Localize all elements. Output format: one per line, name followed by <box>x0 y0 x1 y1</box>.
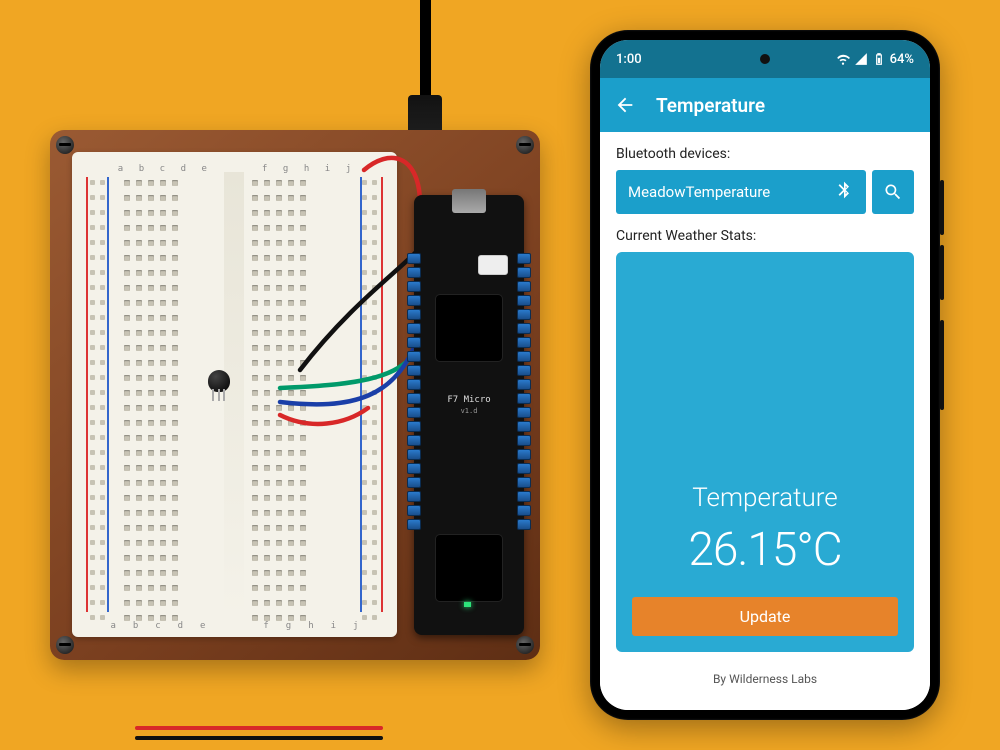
hack-board: abcde fghij abcde fghij <box>50 130 540 660</box>
status-battery-pct: 64% <box>890 52 914 67</box>
status-time: 1:00 <box>616 52 642 67</box>
temperature-value: 26.15°C <box>688 523 841 577</box>
volume-up-button[interactable] <box>940 180 944 235</box>
chip-icon <box>436 295 502 361</box>
wire-red-bottom <box>135 726 383 730</box>
bluetooth-device-select[interactable]: MeadowTemperature <box>616 170 866 214</box>
volume-down-button[interactable] <box>940 245 944 300</box>
bluetooth-device-name: MeadowTemperature <box>628 183 770 201</box>
footer-credit: By Wilderness Labs <box>616 672 914 700</box>
power-button[interactable] <box>940 320 944 410</box>
app-bar: Temperature <box>600 78 930 132</box>
main-content: Bluetooth devices: MeadowTemperature Cur… <box>600 132 930 710</box>
front-camera <box>760 54 770 64</box>
bluetooth-icon <box>834 180 854 204</box>
wire-black-bottom <box>135 736 383 740</box>
mcu-version: v1.d <box>414 407 524 415</box>
microcontroller: F7 Micro v1.d <box>414 195 524 635</box>
phone-screen: 1:00 64% Temperature Bluetooth dev <box>600 40 930 710</box>
battery-icon <box>872 52 886 66</box>
update-button[interactable]: Update <box>632 597 898 636</box>
search-button[interactable] <box>872 170 914 214</box>
back-arrow-icon[interactable] <box>614 94 636 116</box>
usb-cable <box>408 0 442 100</box>
weather-card: Temperature 26.15°C Update <box>616 252 914 652</box>
status-led <box>464 602 471 607</box>
jst-connector <box>478 255 508 275</box>
chip-icon <box>436 535 502 601</box>
phone-frame: 1:00 64% Temperature Bluetooth dev <box>590 30 940 720</box>
mcu-name: F7 Micro <box>414 395 524 405</box>
stats-section-label: Current Weather Stats: <box>616 228 914 244</box>
wifi-icon <box>836 52 850 66</box>
page-title: Temperature <box>656 94 765 117</box>
usb-port <box>452 189 486 213</box>
bluetooth-section-label: Bluetooth devices: <box>616 146 914 162</box>
signal-icon <box>854 52 868 66</box>
temperature-label: Temperature <box>692 483 837 513</box>
